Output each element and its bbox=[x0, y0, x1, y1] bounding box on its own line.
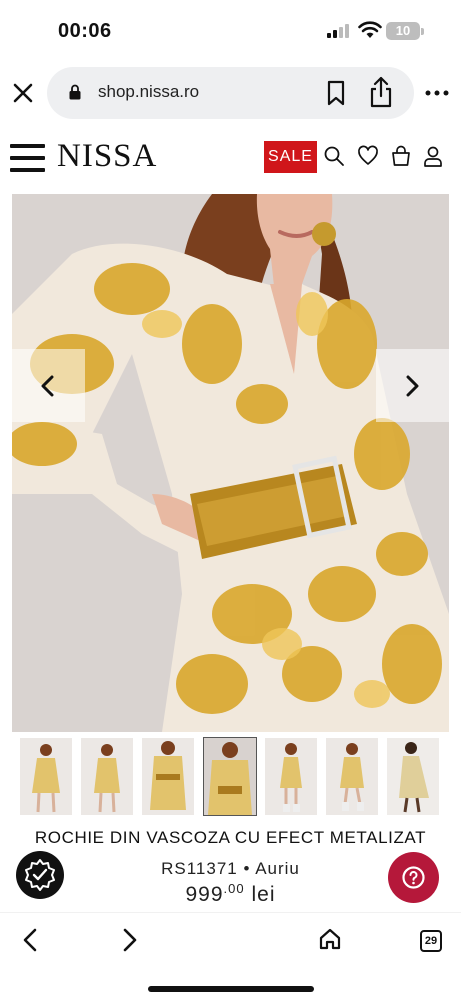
thumbnail[interactable] bbox=[20, 738, 72, 815]
home-indicator bbox=[148, 986, 314, 992]
price-main: 999 bbox=[185, 883, 224, 906]
thumbnail-active[interactable] bbox=[203, 737, 257, 816]
share-icon[interactable] bbox=[369, 76, 393, 108]
battery-tip bbox=[421, 28, 424, 35]
price-decimals: .00 bbox=[223, 881, 245, 896]
thumbnail[interactable] bbox=[265, 738, 317, 815]
shopping-bag-icon[interactable] bbox=[390, 145, 412, 167]
site-logo[interactable]: NISSA bbox=[57, 138, 157, 175]
product-title: ROCHIE DIN VASCOZA CU EFECT METALIZAT bbox=[34, 828, 427, 847]
cellular-signal-icon bbox=[327, 24, 349, 38]
account-icon[interactable] bbox=[422, 145, 444, 167]
status-bar: 00:06 10 bbox=[0, 0, 461, 62]
wishlist-heart-icon[interactable] bbox=[357, 145, 379, 167]
wifi-icon bbox=[358, 21, 382, 38]
question-mark-icon bbox=[402, 866, 425, 889]
chevron-left-icon bbox=[41, 375, 54, 397]
help-chat-button[interactable] bbox=[388, 852, 439, 903]
home-icon[interactable] bbox=[318, 927, 342, 951]
browser-toolbar: 29 bbox=[0, 912, 461, 999]
previous-image-button[interactable] bbox=[12, 349, 85, 422]
url-text[interactable]: shop.nissa.ro bbox=[98, 82, 199, 102]
thumbnail[interactable] bbox=[387, 738, 439, 815]
close-icon[interactable] bbox=[10, 80, 36, 106]
thumbnail[interactable] bbox=[81, 738, 133, 815]
thumbnail-strip bbox=[20, 737, 441, 816]
search-icon[interactable] bbox=[323, 145, 345, 167]
site-header: NISSA SALE bbox=[0, 136, 461, 184]
product-image-gallery[interactable] bbox=[12, 194, 449, 732]
thumbnail[interactable] bbox=[142, 738, 194, 815]
product-photo bbox=[12, 194, 449, 732]
thumbnail[interactable] bbox=[326, 738, 378, 815]
status-time: 00:06 bbox=[58, 20, 112, 42]
more-options-icon[interactable] bbox=[425, 86, 449, 100]
browser-address-row: shop.nissa.ro bbox=[0, 62, 461, 124]
battery-icon: 10 bbox=[386, 22, 420, 40]
bookmark-icon[interactable] bbox=[326, 80, 346, 106]
chevron-right-icon bbox=[406, 375, 419, 397]
sale-button[interactable]: SALE bbox=[264, 141, 317, 173]
address-bar[interactable]: shop.nissa.ro bbox=[47, 67, 414, 119]
next-image-button[interactable] bbox=[376, 349, 449, 422]
menu-icon[interactable] bbox=[10, 144, 45, 172]
tabs-button[interactable]: 29 bbox=[420, 930, 442, 952]
back-icon[interactable] bbox=[20, 927, 40, 953]
price-currency: lei bbox=[251, 883, 276, 906]
accessibility-button[interactable] bbox=[16, 851, 64, 899]
forward-icon[interactable] bbox=[120, 927, 140, 953]
accessibility-icon bbox=[25, 859, 55, 891]
lock-icon bbox=[69, 84, 81, 100]
